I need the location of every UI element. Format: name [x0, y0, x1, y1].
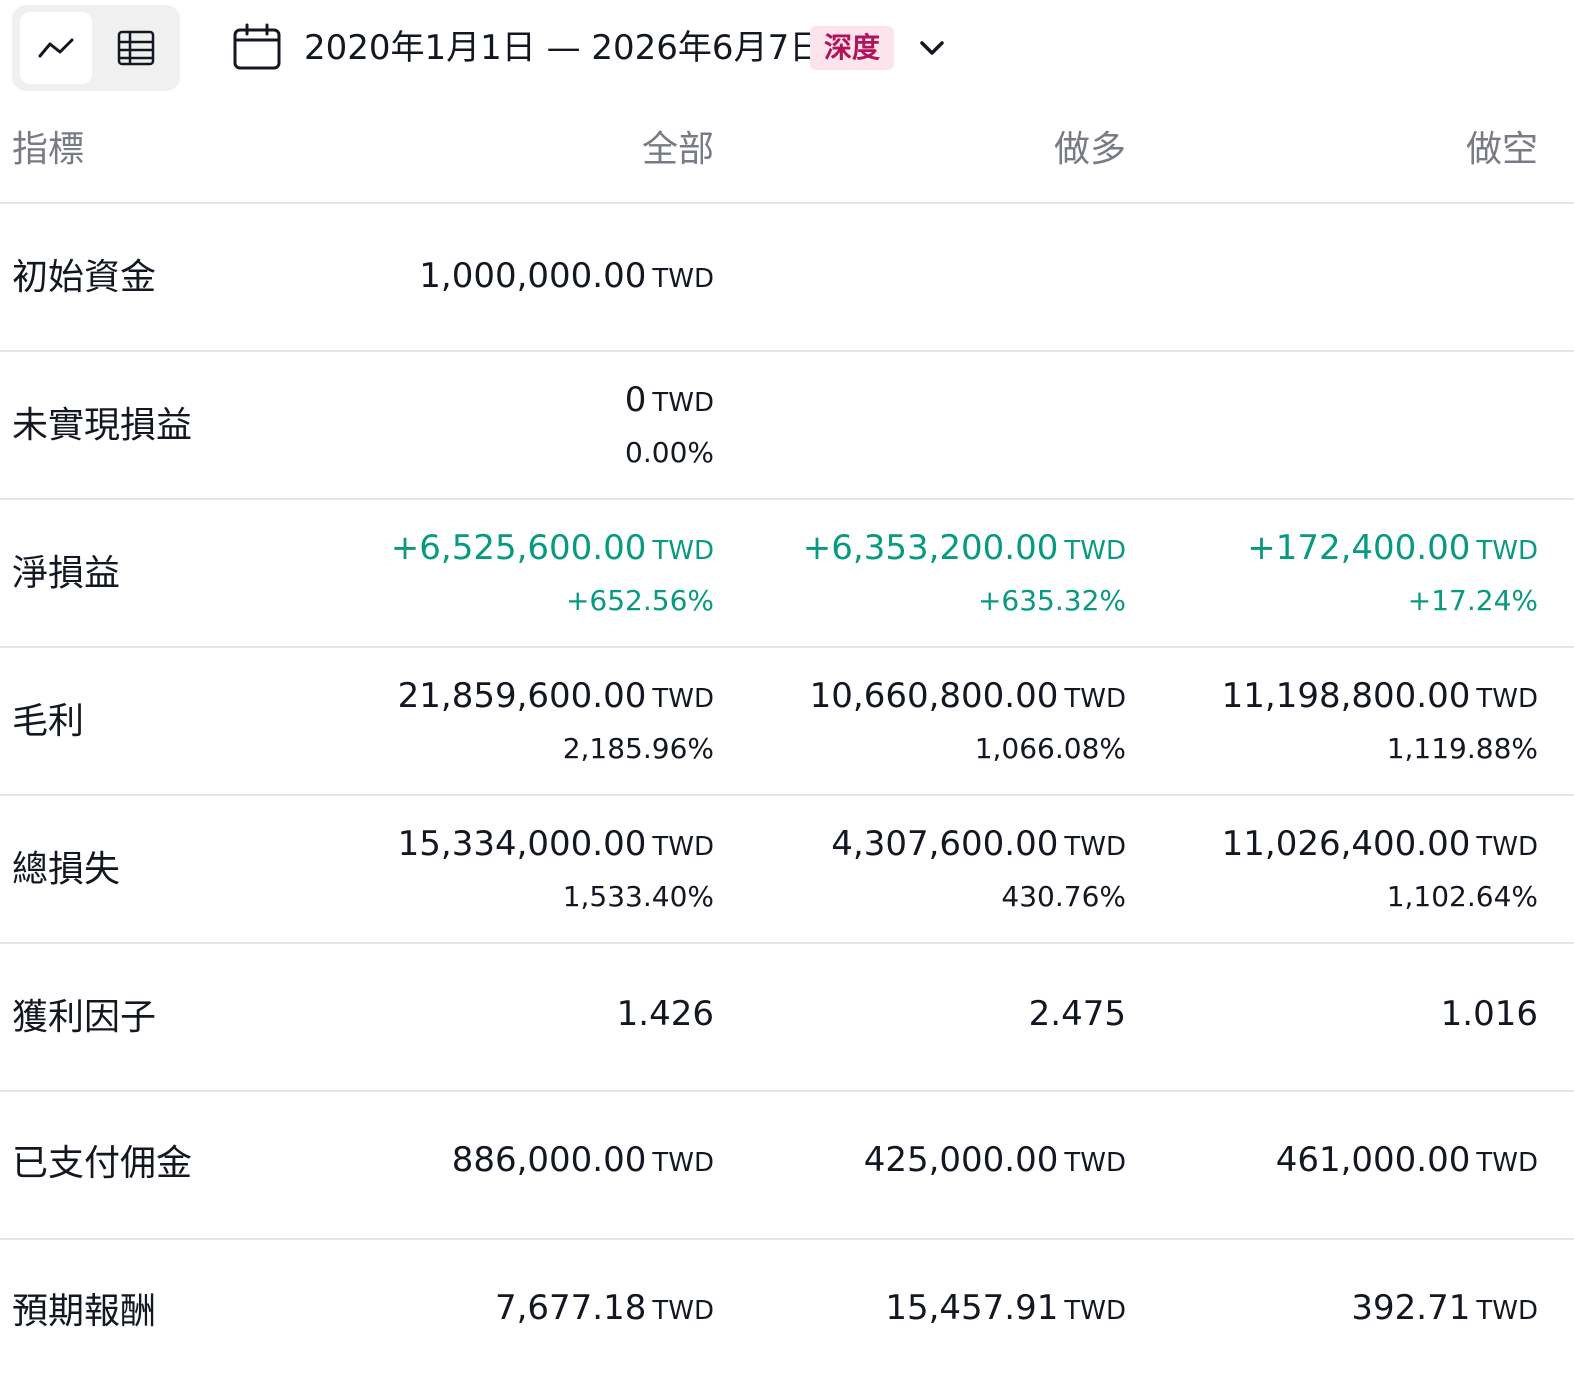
table-row: 淨損益 +6,525,600.00 TWD +652.56% +6,353,200…	[0, 500, 1574, 648]
cell-all: 15,334,000.00 TWD 1,533.40%	[398, 822, 714, 917]
cell-short: 11,198,800.00 TWD 1,119.88%	[1222, 674, 1538, 769]
value: 11,198,800.00	[1221, 676, 1471, 716]
currency: TWD	[1064, 536, 1126, 566]
cell-short: 11,026,400.00 TWD 1,102.64%	[1222, 822, 1538, 917]
value: 1.016	[1440, 994, 1538, 1034]
table-row: 初始資金 1,000,000.00 TWD	[0, 204, 1574, 352]
cell-short: 392.71 TWD	[1351, 1286, 1538, 1333]
value: 7,677.18	[494, 1288, 647, 1328]
cell-long: 2.475	[1029, 992, 1126, 1036]
calendar-icon[interactable]	[232, 22, 282, 72]
value: 425,000.00	[863, 1140, 1059, 1180]
currency: TWD	[1064, 1148, 1126, 1178]
column-header-all: 全部	[641, 129, 714, 170]
percent: 0.00%	[625, 436, 714, 469]
cell-all: 21,859,600.00 TWD 2,185.96%	[398, 674, 714, 769]
cell-long: +6,353,200.00 TWD +635.32%	[803, 526, 1126, 621]
percent: 2,185.96%	[562, 732, 714, 765]
column-header-long: 做多	[1053, 129, 1126, 170]
percent: 430.76%	[1001, 880, 1126, 913]
currency: TWD	[652, 1148, 714, 1178]
table-row: 獲利因子 1.426 2.475 1.016	[0, 944, 1574, 1092]
currency: TWD	[1476, 832, 1538, 862]
value: 11,026,400.00	[1221, 824, 1471, 864]
cell-long: 4,307,600.00 TWD 430.76%	[831, 822, 1126, 917]
view-toggle	[12, 5, 180, 91]
table-row: 未實現損益 0 TWD 0.00%	[0, 352, 1574, 500]
value: 21,859,600.00	[397, 676, 647, 716]
chevron-down-icon[interactable]	[916, 32, 948, 64]
percent: 1,066.08%	[974, 732, 1126, 765]
value: 886,000.00	[451, 1140, 647, 1180]
row-label: 已支付佣金	[12, 1143, 193, 1184]
table-header: 指標 全部 做多 做空	[0, 98, 1574, 204]
cell-short: 1.016	[1441, 992, 1538, 1036]
currency: TWD	[652, 684, 714, 714]
table-row: 總損失 15,334,000.00 TWD 1,533.40% 4,307,600…	[0, 796, 1574, 944]
value: 1,000,000.00	[419, 256, 647, 296]
table-row: 預期報酬 7,677.18 TWD 15,457.91 TWD 392.71 TWD	[0, 1240, 1574, 1388]
cell-all: 886,000.00 TWD	[452, 1138, 714, 1185]
cell-long: 15,457.91 TWD	[885, 1286, 1126, 1333]
value: 4,307,600.00	[831, 824, 1059, 864]
currency: TWD	[1476, 684, 1538, 714]
currency: TWD	[1064, 1296, 1126, 1326]
value: 2.475	[1028, 994, 1126, 1034]
chart-view-button[interactable]	[20, 12, 92, 84]
percent: 1,533.40%	[562, 880, 714, 913]
percent: +652.56%	[565, 584, 714, 617]
row-label: 獲利因子	[12, 997, 157, 1038]
currency: TWD	[1064, 684, 1126, 714]
percent: +17.24%	[1407, 584, 1538, 617]
value: 392.71	[1351, 1288, 1471, 1328]
deep-mode-badge: 深度	[810, 26, 895, 70]
line-chart-icon	[38, 38, 74, 58]
table-row: 毛利 21,859,600.00 TWD 2,185.96% 10,660,800…	[0, 648, 1574, 796]
value: 1.426	[616, 994, 714, 1034]
value: +6,525,600.00	[390, 528, 647, 568]
percent: 1,102.64%	[1386, 880, 1538, 913]
cell-all: 1.426	[617, 992, 714, 1036]
cell-all: +6,525,600.00 TWD +652.56%	[391, 526, 714, 621]
currency: TWD	[652, 388, 714, 418]
row-label: 未實現損益	[12, 405, 193, 446]
cell-long: 10,660,800.00 TWD 1,066.08%	[810, 674, 1126, 769]
value: 461,000.00	[1275, 1140, 1471, 1180]
value: 15,457.91	[885, 1288, 1059, 1328]
value: 15,334,000.00	[397, 824, 647, 864]
currency: TWD	[652, 536, 714, 566]
table-icon	[117, 30, 155, 66]
cell-all: 1,000,000.00 TWD	[419, 254, 714, 301]
toolbar: 2020年1月1日 — 2026年6月7日 深度	[0, 0, 1574, 98]
value: 10,660,800.00	[809, 676, 1059, 716]
table-view-button[interactable]	[100, 12, 172, 84]
row-label: 毛利	[12, 701, 85, 742]
cell-long: 425,000.00 TWD	[864, 1138, 1126, 1185]
value: +172,400.00	[1247, 528, 1471, 568]
currency: TWD	[1476, 536, 1538, 566]
row-label: 初始資金	[12, 257, 157, 298]
column-header-short: 做空	[1465, 129, 1538, 170]
row-label: 淨損益	[12, 553, 121, 594]
currency: TWD	[1476, 1296, 1538, 1326]
date-range[interactable]: 2020年1月1日 — 2026年6月7日	[304, 20, 823, 76]
value: +6,353,200.00	[802, 528, 1059, 568]
percent: 1,119.88%	[1386, 732, 1538, 765]
currency: TWD	[652, 264, 714, 294]
column-header-metric: 指標	[12, 129, 85, 170]
currency: TWD	[652, 1296, 714, 1326]
currency: TWD	[652, 832, 714, 862]
row-label: 預期報酬	[12, 1291, 157, 1332]
currency: TWD	[1064, 832, 1126, 862]
cell-all: 7,677.18 TWD	[495, 1286, 714, 1333]
currency: TWD	[1476, 1148, 1538, 1178]
row-label: 總損失	[12, 849, 121, 890]
table-row: 已支付佣金 886,000.00 TWD 425,000.00 TWD 461,00…	[0, 1092, 1574, 1240]
percent: +635.32%	[977, 584, 1126, 617]
value: 0	[624, 380, 647, 420]
cell-all: 0 TWD 0.00%	[625, 378, 714, 473]
cell-short: +172,400.00 TWD +17.24%	[1247, 526, 1538, 621]
cell-short: 461,000.00 TWD	[1276, 1138, 1538, 1185]
